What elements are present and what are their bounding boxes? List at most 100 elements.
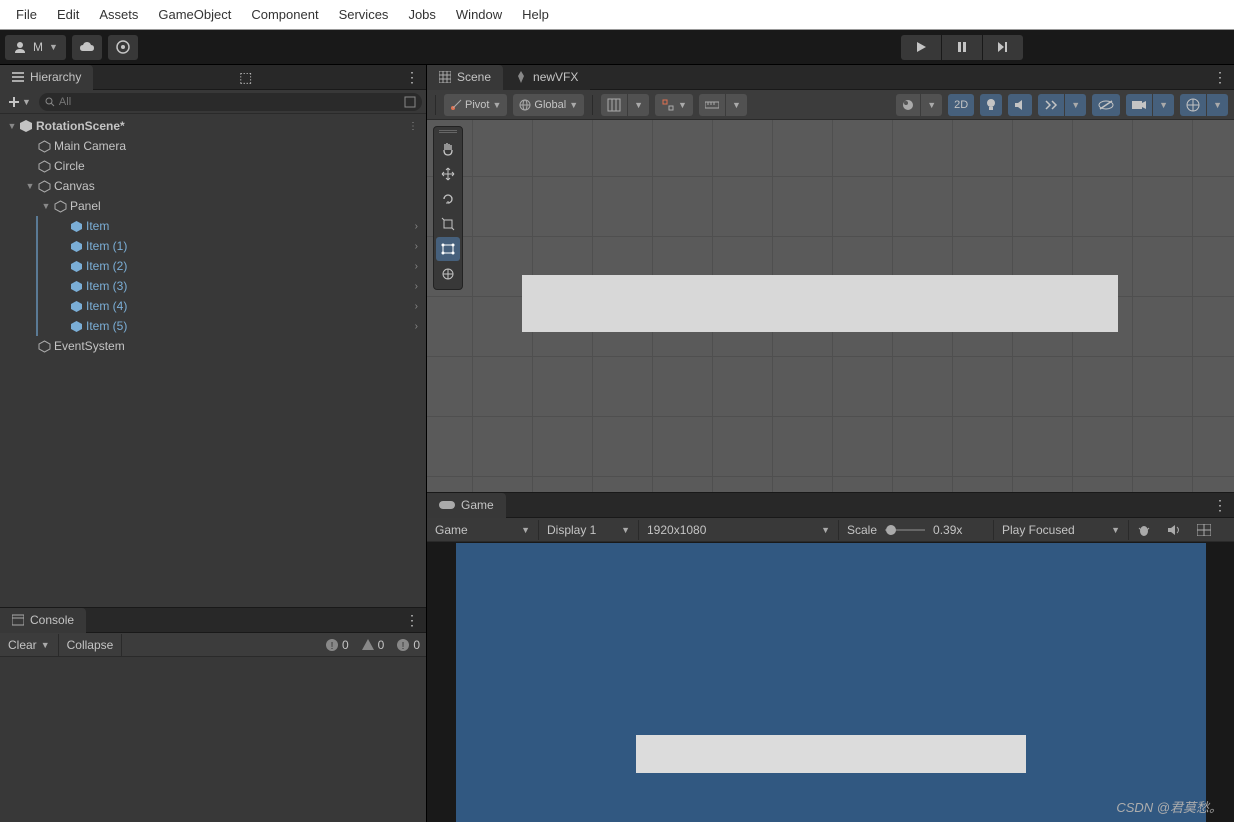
gameobject-icon — [36, 160, 52, 173]
scene-viewport[interactable] — [427, 120, 1234, 492]
cloud-button[interactable] — [72, 35, 102, 60]
console-header: Console ⋮ — [0, 608, 426, 633]
game-tab[interactable]: Game — [427, 493, 506, 518]
game-menu-button[interactable]: ⋮ — [1205, 497, 1234, 514]
prefab-open-icon[interactable]: › — [415, 301, 418, 312]
expand-arrow-icon[interactable]: ▼ — [24, 181, 36, 191]
ruler-dropdown[interactable]: ▼ — [726, 94, 747, 116]
2d-button[interactable]: 2D — [948, 94, 974, 116]
pause-button[interactable] — [942, 35, 982, 60]
expand-arrow-icon[interactable]: ▼ — [40, 201, 52, 211]
lighting-button[interactable] — [980, 94, 1002, 116]
gizmos-game-button[interactable] — [1189, 524, 1219, 536]
settings-button[interactable] — [108, 35, 138, 60]
game-mode-dropdown[interactable]: Game▼ — [427, 520, 539, 540]
console-toolbar: Clear▼ Collapse !0 0 !0 — [0, 633, 426, 657]
ruler-button[interactable] — [699, 94, 725, 116]
expand-arrow-icon[interactable]: ▼ — [6, 121, 18, 131]
prefab-open-icon[interactable]: › — [415, 281, 418, 292]
snap-increment-button[interactable]: ▼ — [655, 94, 693, 116]
visibility-button[interactable] — [1092, 94, 1120, 116]
hierarchy-menu-button[interactable]: ⋮ — [397, 69, 426, 86]
gizmos-button[interactable] — [1180, 94, 1206, 116]
pivot-button[interactable]: Pivot▼ — [444, 94, 507, 116]
menu-jobs[interactable]: Jobs — [398, 1, 445, 28]
slider-icon[interactable] — [885, 524, 925, 536]
move-tool[interactable] — [436, 162, 460, 186]
hierarchy-search[interactable] — [39, 93, 422, 111]
global-button[interactable]: Global▼ — [513, 94, 584, 116]
shading-dropdown[interactable]: ▼ — [921, 94, 942, 116]
menu-gameobject[interactable]: GameObject — [148, 1, 241, 28]
menu-component[interactable]: Component — [241, 1, 328, 28]
mute-button[interactable] — [1159, 524, 1189, 536]
tree-row-circle[interactable]: Circle — [0, 156, 426, 176]
fx-button[interactable] — [1038, 94, 1064, 116]
tree-row-panel[interactable]: ▼ Panel — [0, 196, 426, 216]
hand-tool[interactable] — [436, 137, 460, 161]
tree-row-camera[interactable]: Main Camera — [0, 136, 426, 156]
scale-tool[interactable] — [436, 212, 460, 236]
menu-services[interactable]: Services — [329, 1, 399, 28]
play-focused-dropdown[interactable]: Play Focused▼ — [994, 520, 1129, 540]
info-count[interactable]: !0 — [319, 638, 355, 652]
menu-assets[interactable]: Assets — [89, 1, 148, 28]
grid-snap-button[interactable] — [601, 94, 627, 116]
tree-row-item[interactable]: Item (2)› — [0, 256, 426, 276]
tree-row-item[interactable]: Item (5)› — [0, 316, 426, 336]
camera-dropdown[interactable]: ▼ — [1153, 94, 1174, 116]
play-button[interactable] — [901, 35, 941, 60]
warn-count[interactable]: 0 — [355, 638, 391, 652]
menu-edit[interactable]: Edit — [47, 1, 89, 28]
stats-button[interactable] — [1129, 523, 1159, 537]
tree-row-item[interactable]: Item (1)› — [0, 236, 426, 256]
scale-slider[interactable]: Scale 0.39x — [839, 520, 994, 540]
prefab-open-icon[interactable]: › — [415, 241, 418, 252]
hand-icon — [441, 142, 455, 156]
scene-menu-button[interactable]: ⋮ — [408, 121, 418, 132]
game-icon — [439, 500, 455, 510]
gizmos-dropdown[interactable]: ▼ — [1207, 94, 1228, 116]
tree-row-item[interactable]: Item (3)› — [0, 276, 426, 296]
account-button[interactable]: M ▼ — [5, 35, 66, 60]
console-tab[interactable]: Console — [0, 608, 86, 633]
error-count[interactable]: !0 — [390, 638, 426, 652]
grid-snap-dropdown[interactable]: ▼ — [628, 94, 649, 116]
prefab-open-icon[interactable]: › — [415, 321, 418, 332]
vfx-tab[interactable]: newVFX — [503, 65, 590, 90]
transform-tool[interactable] — [436, 262, 460, 286]
scene-menu-button[interactable]: ⋮ — [1205, 69, 1234, 86]
menu-help[interactable]: Help — [512, 1, 559, 28]
hierarchy-tab[interactable]: Hierarchy — [0, 65, 93, 90]
add-button[interactable]: ▼ — [4, 94, 35, 110]
scene-toolbar: Pivot▼ Global▼ ▼ ▼ ▼ ▼ 2D ▼ ▼ ▼ — [427, 90, 1234, 120]
tree-row-eventsystem[interactable]: EventSystem — [0, 336, 426, 356]
scene-tab[interactable]: Scene — [427, 65, 503, 90]
clear-button[interactable]: Clear▼ — [0, 634, 59, 656]
step-button[interactable] — [983, 35, 1023, 60]
tree-row-item[interactable]: Item› — [0, 216, 426, 236]
prefab-open-icon[interactable]: › — [415, 261, 418, 272]
search-by-type-icon[interactable] — [404, 96, 416, 108]
menu-file[interactable]: File — [6, 1, 47, 28]
rect-tool[interactable] — [436, 237, 460, 261]
audio-button[interactable] — [1008, 94, 1032, 116]
shading-button[interactable] — [896, 94, 920, 116]
camera-button[interactable] — [1126, 94, 1152, 116]
game-canvas[interactable] — [456, 543, 1206, 822]
console-menu-button[interactable]: ⋮ — [397, 612, 426, 629]
tree-row-canvas[interactable]: ▼ Canvas — [0, 176, 426, 196]
hierarchy-lock-icon[interactable]: ⬚ — [235, 69, 255, 86]
collapse-button[interactable]: Collapse — [59, 634, 123, 656]
scene-object-rect[interactable] — [522, 275, 1118, 332]
fx-dropdown[interactable]: ▼ — [1065, 94, 1086, 116]
search-input[interactable] — [59, 96, 400, 108]
menu-window[interactable]: Window — [446, 1, 512, 28]
scene-row[interactable]: ▼ RotationScene* ⋮ — [0, 116, 426, 136]
grip-icon[interactable] — [439, 130, 457, 133]
rotate-tool[interactable] — [436, 187, 460, 211]
resolution-dropdown[interactable]: 1920x1080▼ — [639, 520, 839, 540]
prefab-open-icon[interactable]: › — [415, 221, 418, 232]
tree-row-item[interactable]: Item (4)› — [0, 296, 426, 316]
display-dropdown[interactable]: Display 1▼ — [539, 520, 639, 540]
